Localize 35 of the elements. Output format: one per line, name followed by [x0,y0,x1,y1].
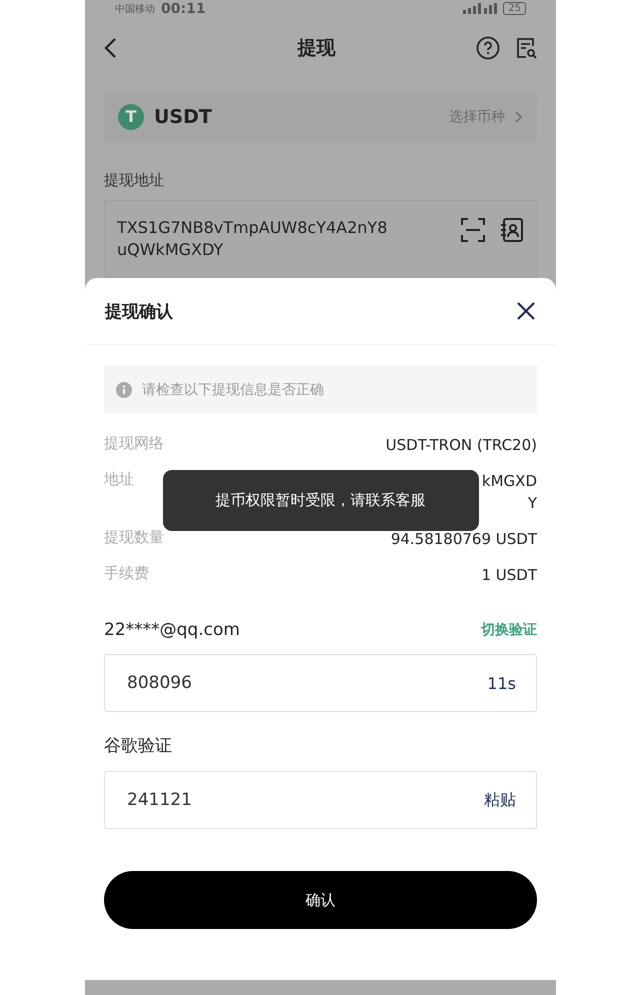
address-field[interactable]: TXS1G7NB8vTmpAUW8cY4A2nY8 uQWkMGXDY [104,200,537,278]
info-icon [116,382,132,398]
detail-value: 1 USDT [481,565,537,586]
carrier-name: 中国移动 [115,2,155,16]
page-title: 提现 [296,36,336,62]
detail-label: 提现数量 [104,528,164,547]
countdown-button[interactable]: 11s [487,674,516,692]
battery-level: 25 [503,2,526,16]
notice-text: 请检查以下提现信息是否正确 [142,381,324,399]
detail-value: kMGXD Y [482,471,537,514]
google-label: 谷歌验证 [104,735,172,757]
detail-value: USDT-TRON (TRC20) [386,435,537,456]
back-button[interactable] [103,37,117,60]
detail-label: 手续费 [104,564,149,583]
confirm-button[interactable]: 确认 [104,871,537,929]
detail-label: 地址 [104,470,134,489]
signal-icon [463,3,498,14]
detail-label: 提现网络 [104,434,164,453]
contacts-icon[interactable] [500,216,524,243]
coin-selector[interactable]: T USDT 选择币种 [104,92,537,141]
scan-icon[interactable] [460,216,486,243]
coin-logo: T [118,104,144,130]
chevron-icon [515,110,523,123]
google-code-field[interactable]: 241121 粘贴 [104,771,537,829]
field-label: 提现地址 [104,170,165,190]
clock-time: 00:11 [161,0,207,17]
paste-button[interactable]: 粘贴 [484,790,516,810]
detail-value: 94.58180769 USDT [390,529,537,550]
close-button[interactable] [516,301,536,321]
records-button[interactable] [514,36,538,60]
email-code-field[interactable]: 808096 11s [104,654,537,712]
email-label: 22****@qq.com [104,620,240,640]
help-button[interactable] [476,36,500,60]
sheet-title: 提现确认 [105,300,173,322]
toast-message: 提币权限暂时受限，请联系客服 [162,470,478,531]
